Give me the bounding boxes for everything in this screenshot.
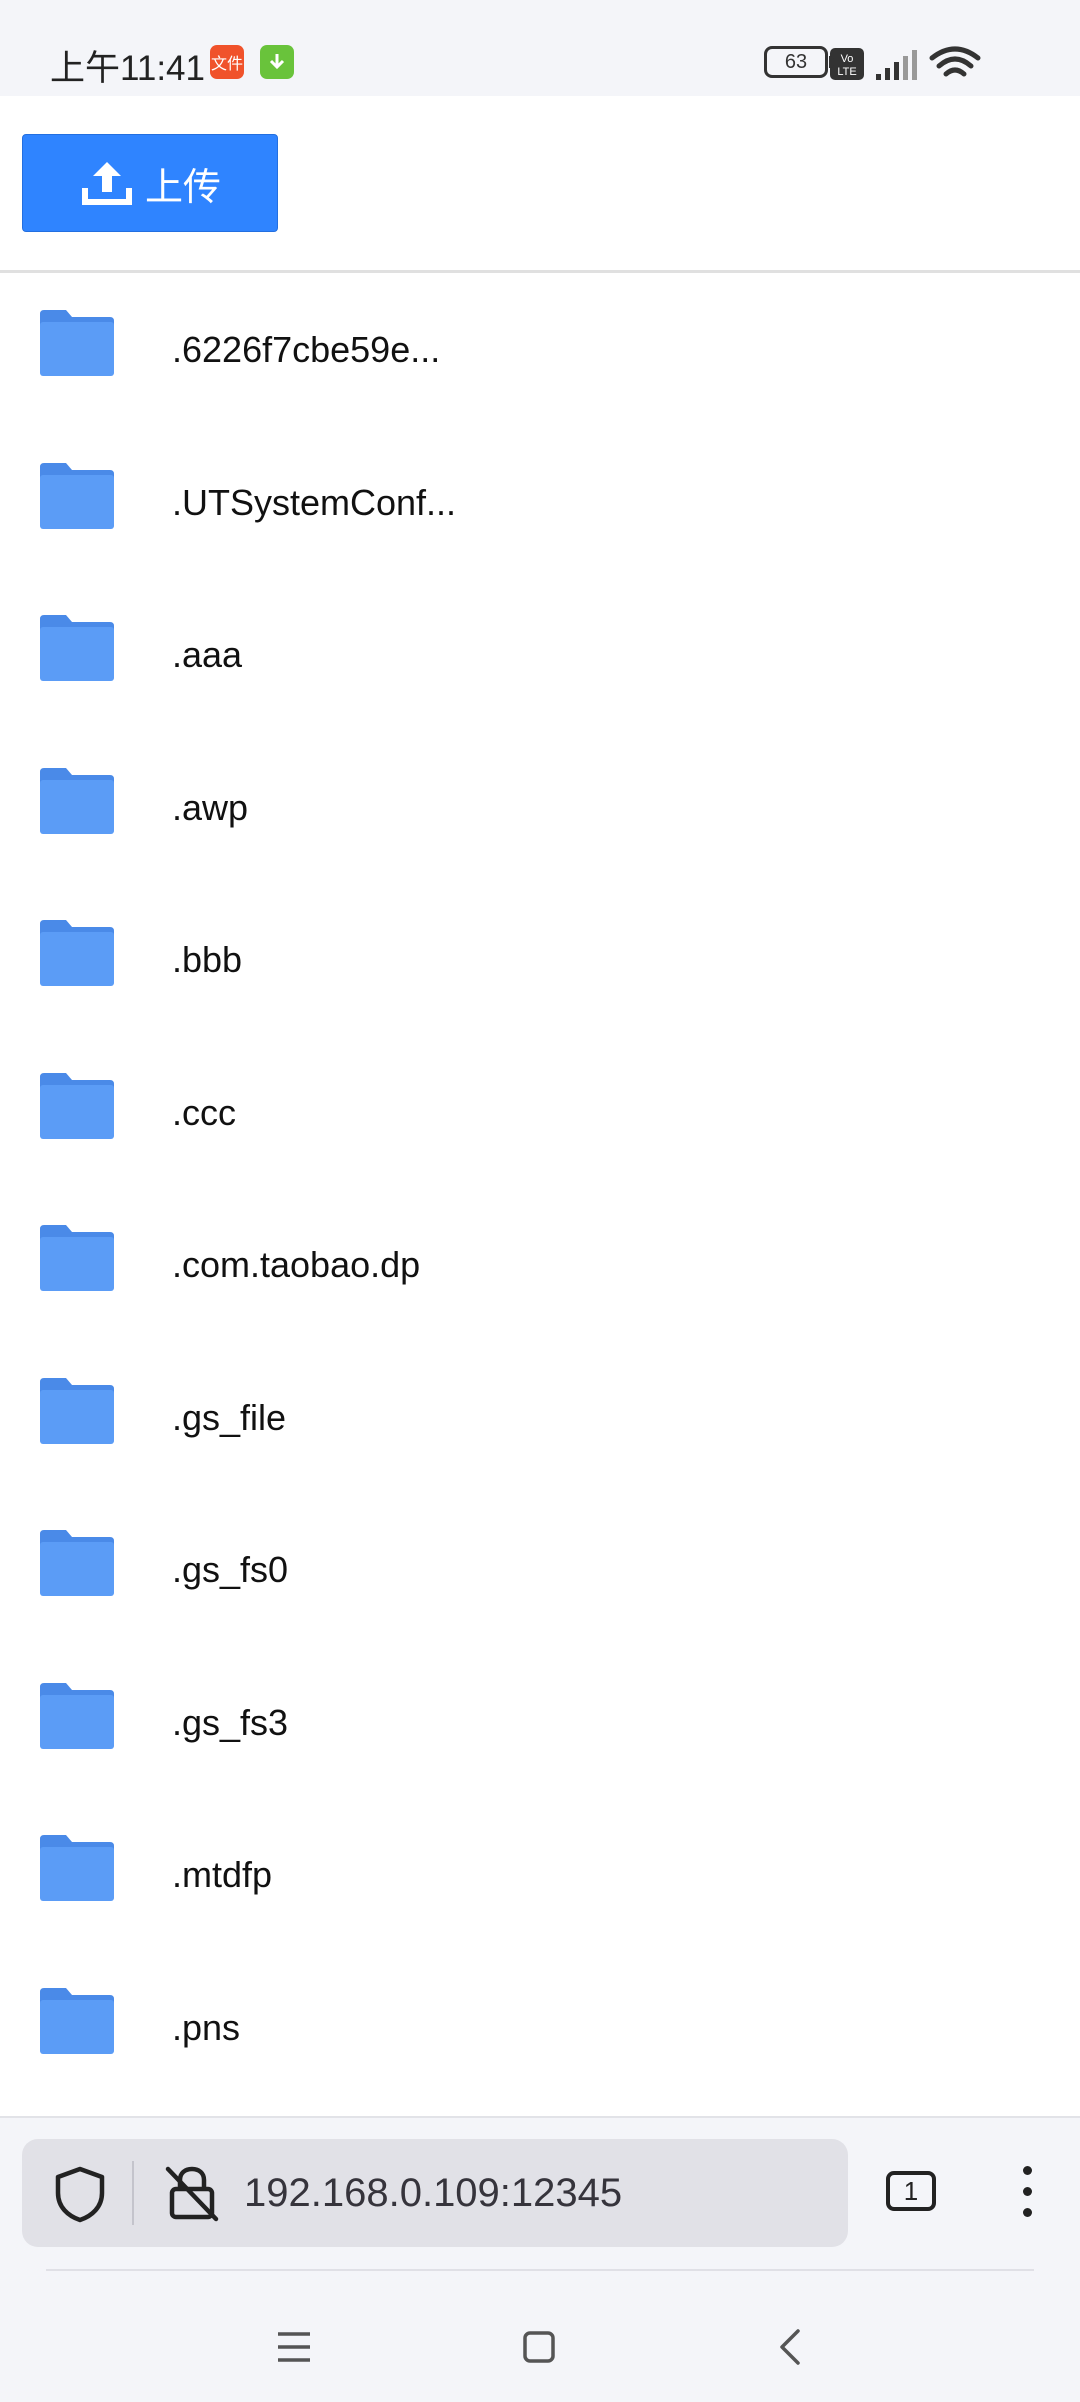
address-bar[interactable]: 192.168.0.109:12345 <box>22 2139 848 2247</box>
battery-level: 63 <box>784 50 808 73</box>
upload-icon <box>81 162 132 205</box>
file-name[interactable]: .com.taobao.dp <box>172 1244 420 1286</box>
file-row[interactable]: .6226f7cbe59e... <box>0 273 1080 426</box>
file-row[interactable]: .gs_fs3 <box>0 1646 1080 1799</box>
url-text[interactable]: 192.168.0.109:12345 <box>244 2171 622 2216</box>
file-name[interactable]: .6226f7cbe59e... <box>172 329 440 371</box>
battery-icon: 63 <box>764 46 828 78</box>
file-name[interactable]: .mtdfp <box>172 1854 272 1896</box>
address-divider <box>132 2161 134 2225</box>
file-name[interactable]: .pns <box>172 2007 240 2049</box>
folder-icon <box>40 1682 114 1749</box>
more-menu-icon[interactable] <box>1020 2166 1034 2220</box>
file-name[interactable]: .gs_fs3 <box>172 1702 288 1744</box>
file-row[interactable]: .gs_fs0 <box>0 1493 1080 1646</box>
home-icon[interactable] <box>522 2330 556 2364</box>
upload-button[interactable]: 上传 <box>22 134 278 232</box>
folder-icon <box>40 1530 114 1596</box>
folder-icon <box>40 1987 114 2054</box>
folder-icon <box>40 1225 114 1291</box>
svg-text:LTE: LTE <box>837 66 856 78</box>
file-row[interactable]: .bbb <box>0 883 1080 1036</box>
tab-count: 1 <box>903 2175 919 2206</box>
file-name[interactable]: .bbb <box>172 939 242 981</box>
file-name[interactable]: .gs_fs0 <box>172 1549 288 1591</box>
file-name[interactable]: .UTSystemConf... <box>172 482 456 524</box>
file-row[interactable]: .com.taobao.dp <box>0 1188 1080 1341</box>
folder-icon <box>40 1072 114 1139</box>
recent-apps-icon[interactable] <box>276 2330 312 2364</box>
file-row[interactable]: .UTSystemConf... <box>0 426 1080 579</box>
file-name[interactable]: .awp <box>172 787 248 829</box>
nav-separator <box>46 2269 1034 2271</box>
wifi-icon <box>929 46 981 77</box>
file-browser-page: 上传 .6226f7cbe59e... .UTSystemConf... .aaa.… <box>0 96 1080 2116</box>
toolbar: 上传 <box>0 96 1080 273</box>
svg-text:Vo: Vo <box>841 53 854 65</box>
file-row[interactable]: .pns <box>0 1951 1080 2104</box>
file-row[interactable]: .ccc <box>0 1036 1080 1189</box>
shield-icon[interactable] <box>52 2165 108 2223</box>
file-list: .6226f7cbe59e... .UTSystemConf... .aaa .awp… <box>0 273 1080 2103</box>
status-time: 上午11:41 <box>50 49 205 88</box>
file-name[interactable]: .gs_file <box>172 1397 286 1439</box>
file-row[interactable]: .aaa <box>0 578 1080 731</box>
download-notification-icon <box>260 45 294 79</box>
volte-icon: Vo LTE <box>830 48 864 80</box>
signal-icon <box>876 50 917 80</box>
upload-label: 上传 <box>144 166 221 209</box>
file-name[interactable]: .aaa <box>172 634 242 676</box>
status-bar: 上午11:41 文件 Vo LTE 63 <box>0 0 1080 96</box>
insecure-lock-icon[interactable] <box>162 2163 222 2223</box>
tabs-button[interactable]: 1 <box>886 2171 936 2211</box>
system-navigation-bar <box>0 2318 1080 2378</box>
folder-icon <box>40 767 114 834</box>
file-row[interactable]: .mtdfp <box>0 1798 1080 1951</box>
file-row[interactable]: .awp <box>0 731 1080 884</box>
back-icon[interactable] <box>776 2328 804 2366</box>
folder-icon <box>40 920 114 986</box>
folder-icon <box>40 1377 114 1444</box>
file-name[interactable]: .ccc <box>172 1092 236 1134</box>
folder-icon <box>40 310 114 376</box>
folder-icon <box>40 615 114 681</box>
file-notification-icon: 文件 <box>210 45 244 79</box>
battery-tip <box>829 56 834 68</box>
folder-icon <box>40 462 114 529</box>
browser-bottom-bar: 192.168.0.109:12345 1 <box>0 2116 1080 2402</box>
folder-icon <box>40 1835 114 1901</box>
file-row[interactable]: .gs_file <box>0 1341 1080 1494</box>
